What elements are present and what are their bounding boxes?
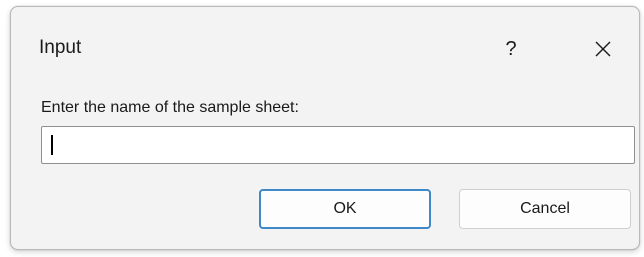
close-button[interactable]: [583, 33, 623, 65]
title-bar: Input ?: [11, 7, 639, 83]
sheet-name-input[interactable]: [41, 126, 635, 164]
help-button[interactable]: ?: [491, 33, 531, 65]
ok-button[interactable]: OK: [259, 189, 431, 229]
cancel-button[interactable]: Cancel: [459, 189, 631, 229]
input-dialog: Input ? Enter the name of the sample she…: [10, 6, 640, 250]
help-icon: ?: [505, 37, 517, 60]
text-caret: [51, 135, 53, 155]
ok-button-label: OK: [333, 200, 357, 217]
cancel-button-label: Cancel: [520, 200, 570, 217]
close-icon: [595, 41, 611, 57]
prompt-label: Enter the name of the sample sheet:: [41, 99, 299, 116]
dialog-title: Input: [39, 37, 82, 58]
